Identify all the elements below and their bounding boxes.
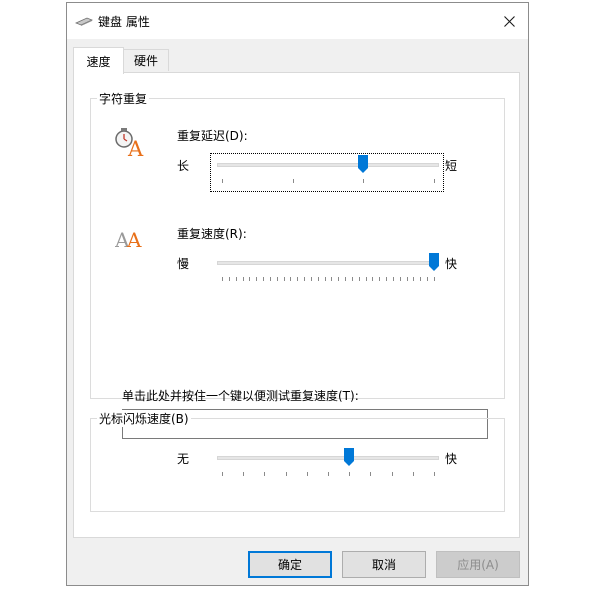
- slider-tick: [349, 472, 351, 476]
- slider-tick: [386, 277, 388, 281]
- slider-tick: [434, 277, 435, 281]
- slider-tick: [283, 277, 285, 281]
- double-letter-a-icon: A A: [115, 228, 142, 251]
- apply-button[interactable]: 应用(A): [436, 551, 520, 578]
- repeat-rate-min-label: 慢: [177, 257, 190, 271]
- slider-ticks: [217, 179, 439, 184]
- repeat-delay-min-label: 长: [177, 159, 190, 173]
- tab-speed[interactable]: 速度: [73, 47, 124, 74]
- slider-thumb[interactable]: [344, 448, 355, 466]
- cancel-button-label: 取消: [371, 558, 396, 572]
- keyboard-icon: [75, 17, 93, 26]
- cursor-blink-min-label: 无: [177, 452, 190, 466]
- close-icon: [503, 15, 515, 27]
- slider-tick: [292, 179, 294, 183]
- repeat-delay-slider[interactable]: [217, 155, 439, 195]
- test-area-label: 单击此处并按住一个键以便测试重复速度(T):: [122, 389, 359, 403]
- slider-tick: [434, 179, 435, 183]
- slider-tick: [304, 277, 306, 281]
- tab-hardware-label: 硬件: [133, 54, 158, 68]
- slider-tick: [363, 179, 365, 183]
- slider-tick: [222, 472, 223, 476]
- cursor-blink-max-label: 快: [445, 452, 458, 466]
- ok-button-label: 确定: [277, 558, 302, 572]
- slider-tick: [372, 277, 374, 281]
- slider-tick: [242, 277, 244, 281]
- slider-tick: [338, 277, 340, 281]
- slider-tick: [256, 277, 258, 281]
- slider-tick: [331, 277, 333, 281]
- window-title: 键盘 属性: [98, 15, 150, 29]
- char-repeat-group-label: 字符重复: [97, 90, 150, 107]
- slider-tick: [406, 277, 408, 281]
- slider-tick: [370, 472, 372, 476]
- slider-tick: [427, 277, 429, 281]
- slider-tick: [392, 277, 394, 281]
- tab-hardware[interactable]: 硬件: [123, 49, 169, 71]
- slider-ticks: [217, 472, 439, 477]
- slider-tick: [434, 472, 435, 476]
- slider-tick: [222, 179, 223, 183]
- slider-tick: [276, 277, 278, 281]
- slider-tick: [345, 277, 347, 281]
- slider-ticks: [217, 277, 439, 282]
- slider-track: [217, 456, 439, 460]
- slider-tick: [379, 277, 381, 281]
- slider-tick: [399, 277, 401, 281]
- slider-tick: [306, 472, 308, 476]
- slider-tick: [412, 472, 414, 476]
- slider-tick: [263, 277, 265, 281]
- ok-button[interactable]: 确定: [248, 551, 332, 578]
- slider-tick: [310, 277, 312, 281]
- clock-letter-a-icon: A: [115, 128, 144, 158]
- slider-track: [217, 261, 439, 265]
- slider-tick: [243, 472, 245, 476]
- slider-tick: [351, 277, 353, 281]
- repeat-rate-max-label: 快: [445, 257, 458, 271]
- svg-text:A: A: [127, 137, 144, 158]
- tab-speed-label: 速度: [86, 54, 111, 69]
- slider-tick: [391, 472, 393, 476]
- slider-tick: [358, 277, 360, 281]
- slider-tick: [413, 277, 415, 281]
- cancel-button[interactable]: 取消: [342, 551, 426, 578]
- slider-tick: [269, 277, 271, 281]
- apply-button-label: 应用(A): [457, 558, 499, 572]
- close-button[interactable]: [496, 9, 522, 33]
- repeat-delay-label: 重复延迟(D):: [177, 129, 248, 143]
- slider-thumb[interactable]: [429, 253, 439, 271]
- slider-track: [217, 163, 439, 167]
- slider-tick: [297, 277, 299, 281]
- repeat-rate-label: 重复速度(R):: [177, 227, 247, 241]
- slider-tick: [365, 277, 367, 281]
- slider-tick: [324, 277, 326, 281]
- cursor-blink-group-label: 光标闪烁速度(B): [97, 410, 191, 427]
- cursor-blink-slider[interactable]: [217, 448, 439, 488]
- repeat-delay-max-label: 短: [445, 159, 458, 173]
- slider-tick: [228, 277, 230, 281]
- slider-tick: [222, 277, 223, 281]
- svg-text:A: A: [126, 228, 142, 251]
- keyboard-properties-dialog: 键盘 属性 速度 硬件 字符重复 A 重复延迟(D): 长 短 A A 重复速度…: [66, 2, 529, 586]
- tab-panel: 字符重复 A 重复延迟(D): 长 短 A A 重复速度(R): 慢 快 单击此…: [73, 72, 520, 538]
- char-repeat-group: 字符重复: [90, 90, 505, 399]
- slider-tick: [328, 472, 329, 476]
- slider-tick: [235, 277, 237, 281]
- slider-tick: [249, 277, 251, 281]
- slider-thumb[interactable]: [358, 155, 369, 173]
- slider-tick: [317, 277, 319, 281]
- repeat-rate-slider[interactable]: [217, 253, 439, 293]
- slider-tick: [290, 277, 292, 281]
- slider-tick: [285, 472, 287, 476]
- title-bar: 键盘 属性: [67, 3, 528, 39]
- slider-tick: [420, 277, 422, 281]
- slider-tick: [264, 472, 266, 476]
